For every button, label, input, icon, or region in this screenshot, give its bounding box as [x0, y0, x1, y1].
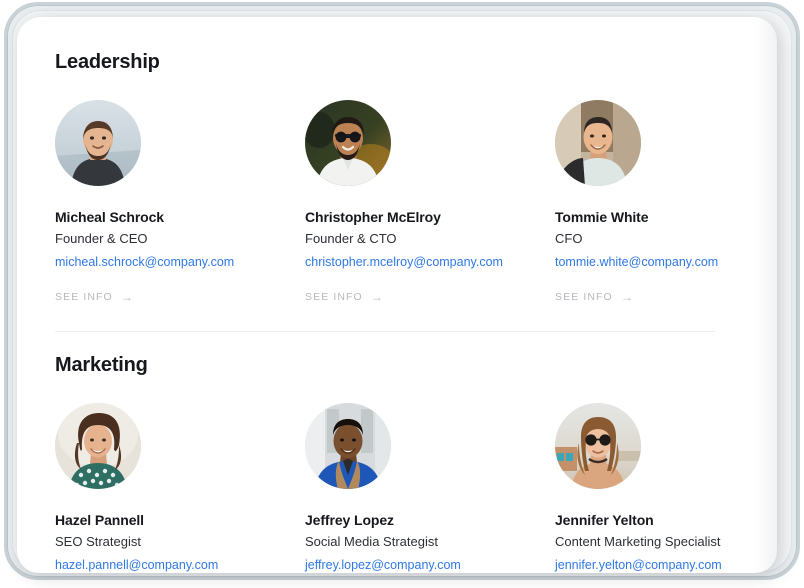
section-title-marketing: Marketing: [55, 354, 148, 376]
avatar-christopher-mcelroy: [305, 100, 391, 186]
see-info-link[interactable]: SEE INFO →: [55, 291, 134, 303]
avatar-micheal-schrock: [55, 100, 141, 186]
section-leadership: Leadership Micheal Schrock Founder & CEO…: [17, 17, 753, 305]
avatar-jeffrey-lopez: [305, 403, 391, 489]
see-info-link[interactable]: SEE INFO →: [305, 291, 384, 303]
see-info-label: SEE INFO: [305, 291, 363, 303]
person-role: Content Marketing Specialist: [555, 534, 721, 549]
person-name: Jeffrey Lopez: [305, 512, 394, 528]
person-card[interactable]: Micheal Schrock Founder & CEO micheal.sc…: [55, 100, 305, 305]
person-email-link[interactable]: micheal.schrock@company.com: [55, 255, 305, 269]
person-name: Jennifer Yelton: [555, 512, 654, 528]
arrow-right-icon: →: [370, 290, 384, 304]
person-email-link[interactable]: jennifer.yelton@company.com: [555, 558, 777, 572]
person-role: Founder & CTO: [305, 231, 397, 246]
see-info-label: SEE INFO: [55, 291, 113, 303]
person-email-link[interactable]: tommie.white@company.com: [555, 255, 777, 269]
person-card[interactable]: Jennifer Yelton Content Marketing Specia…: [555, 403, 777, 573]
people-grid-marketing: Hazel Pannell SEO Strategist hazel.panne…: [55, 377, 722, 573]
person-role: Founder & CEO: [55, 231, 148, 246]
avatar-jennifer-yelton: [555, 403, 641, 489]
avatar-tommie-white: [555, 100, 641, 186]
section-marketing: Marketing Hazel Pannell SEO Strategist h…: [17, 332, 753, 573]
person-role: SEO Strategist: [55, 534, 141, 549]
person-email-link[interactable]: hazel.pannell@company.com: [55, 558, 305, 572]
section-title-leadership: Leadership: [55, 51, 160, 73]
person-card[interactable]: Hazel Pannell SEO Strategist hazel.panne…: [55, 403, 305, 573]
person-email-link[interactable]: jeffrey.lopez@company.com: [305, 558, 555, 572]
see-info-link[interactable]: SEE INFO →: [555, 291, 634, 303]
device-frame: Leadership Micheal Schrock Founder & CEO…: [4, 2, 800, 580]
person-email-link[interactable]: christopher.mcelroy@company.com: [305, 255, 555, 269]
person-card[interactable]: Jeffrey Lopez Social Media Strategist je…: [305, 403, 555, 573]
people-grid-leadership: Micheal Schrock Founder & CEO micheal.sc…: [55, 74, 718, 305]
avatar-hazel-pannell: [55, 403, 141, 489]
person-name: Christopher McElroy: [305, 209, 441, 225]
person-role: CFO: [555, 231, 583, 246]
page-content: Leadership Micheal Schrock Founder & CEO…: [17, 17, 753, 573]
person-name: Micheal Schrock: [55, 209, 164, 225]
person-name: Tommie White: [555, 209, 649, 225]
person-role: Social Media Strategist: [305, 534, 438, 549]
team-directory-page: Leadership Micheal Schrock Founder & CEO…: [17, 17, 777, 573]
person-card[interactable]: Christopher McElroy Founder & CTO christ…: [305, 100, 555, 305]
person-card[interactable]: Tommie White CFO tommie.white@company.co…: [555, 100, 777, 305]
see-info-label: SEE INFO: [555, 291, 613, 303]
person-name: Hazel Pannell: [55, 512, 144, 528]
arrow-right-icon: →: [120, 290, 134, 304]
arrow-right-icon: →: [620, 290, 634, 304]
